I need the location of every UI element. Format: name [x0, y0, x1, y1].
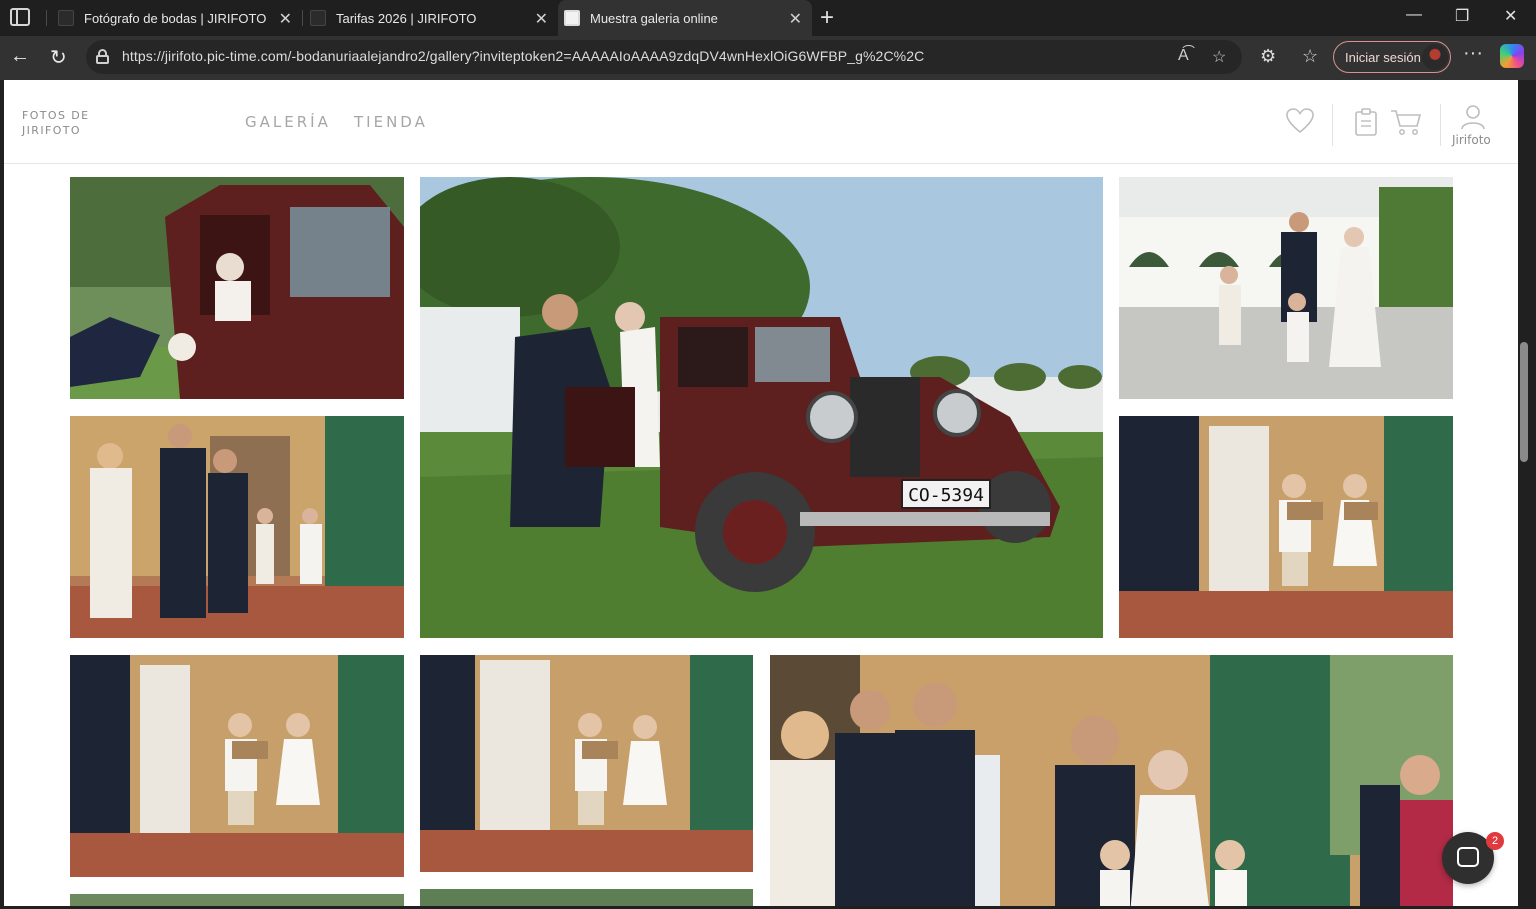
site-favicon-icon [58, 10, 74, 26]
site-favicon-icon [310, 10, 326, 26]
gallery-page: FOTOS DE JIRIFOTO GALERÍA TIENDA Jirifot… [4, 80, 1518, 906]
photo-bride-and-guests-entrance-image [770, 655, 1453, 906]
profile-avatar [1422, 44, 1448, 70]
photo-children-with-signs[interactable] [1119, 416, 1453, 638]
shopping-cart-icon[interactable] [1390, 108, 1422, 136]
user-account-icon[interactable] [1460, 104, 1486, 130]
more-options-icon[interactable]: ··· [1463, 42, 1483, 65]
photo-children-with-signs-2-image [70, 655, 404, 877]
read-aloud-icon[interactable]: A͡ [1178, 47, 1189, 65]
header-divider [1332, 104, 1333, 146]
photo-bride-in-vintage-car-image [70, 177, 404, 399]
browser-tab-bar: Fotógrafo de bodas | JIRIFOTO ✕ Tarifas … [0, 0, 1536, 36]
sign-in-label: Iniciar sesión [1345, 49, 1421, 65]
favorites-heart-icon[interactable] [1286, 108, 1314, 134]
photo-partial-left[interactable] [70, 894, 404, 906]
close-tab-icon[interactable]: ✕ [535, 9, 548, 29]
sign-in-button[interactable]: Iniciar sesión [1333, 41, 1451, 73]
lock-icon[interactable] [96, 49, 109, 64]
photo-bride-walking-with-children[interactable] [1119, 177, 1453, 399]
tab-muestra-galeria-online[interactable]: Muestra galeria online ✕ [558, 0, 812, 36]
sidebar-toggle-icon[interactable] [10, 8, 30, 26]
photo-children-with-signs-3[interactable] [420, 655, 753, 872]
url-field[interactable]: https://jirifoto.pic-time.com/-bodanuria… [86, 40, 1242, 74]
photo-father-helps-bride-from-car[interactable]: CO-5394 [420, 177, 1103, 638]
gallery-favicon-icon [564, 10, 580, 26]
tab-fotografo-de-bodas[interactable]: Fotógrafo de bodas | JIRIFOTO ✕ [52, 0, 302, 36]
site-header: FOTOS DE JIRIFOTO GALERÍA TIENDA Jirifot… [4, 80, 1518, 164]
page-scrollbar-track[interactable] [1518, 80, 1536, 906]
close-tab-icon[interactable]: ✕ [279, 9, 292, 29]
restore-window-icon[interactable]: ❐ [1455, 6, 1469, 26]
photo-guests-at-doorway-image [70, 416, 404, 638]
tab-title: Tarifas 2026 | JIRIFOTO [336, 10, 477, 26]
photo-bride-and-guests-entrance[interactable] [770, 655, 1453, 906]
minimize-window-icon[interactable]: — [1406, 6, 1422, 24]
new-tab-plus-icon[interactable]: + [820, 4, 834, 32]
photo-partial-middle[interactable] [420, 889, 753, 906]
photo-guests-at-doorway[interactable] [70, 416, 404, 638]
tab-separator [302, 10, 303, 26]
copilot-icon[interactable] [1500, 44, 1524, 68]
photo-children-with-signs-3-image [420, 655, 753, 872]
tab-tarifas-2026[interactable]: Tarifas 2026 | JIRIFOTO ✕ [308, 0, 558, 36]
favorite-star-icon[interactable]: ☆ [1212, 47, 1226, 67]
chat-unread-badge: 2 [1486, 832, 1504, 850]
photo-bride-in-vintage-car[interactable] [70, 177, 404, 399]
photo-bride-walking-with-children-image [1119, 177, 1453, 399]
page-scrollbar-thumb[interactable] [1520, 342, 1528, 462]
url-text[interactable]: https://jirifoto.pic-time.com/-bodanuria… [122, 48, 924, 64]
header-divider [1440, 104, 1441, 146]
favorites-list-icon[interactable]: ☆ [1302, 46, 1318, 67]
close-window-icon[interactable]: ✕ [1504, 6, 1517, 26]
tab-separator [46, 10, 47, 26]
extensions-puzzle-icon[interactable]: ⚙ [1260, 46, 1276, 67]
clipboard-icon[interactable] [1354, 108, 1378, 136]
license-plate-text: CO-5394 [908, 485, 984, 506]
browser-address-bar: ← ↻ https://jirifoto.pic-time.com/-bodan… [0, 36, 1536, 80]
nav-tienda[interactable]: TIENDA [354, 113, 428, 131]
close-tab-icon[interactable]: ✕ [789, 9, 802, 29]
user-account-label[interactable]: Jirifoto [1452, 133, 1491, 147]
chat-bubble-icon [1457, 847, 1479, 867]
tab-title: Fotógrafo de bodas | JIRIFOTO [84, 10, 267, 26]
tab-title: Muestra galeria online [590, 10, 718, 26]
photo-children-with-signs-image [1119, 416, 1453, 638]
back-arrow-icon[interactable]: ← [10, 45, 30, 68]
nav-galeria[interactable]: GALERÍA [245, 113, 331, 131]
site-logo[interactable]: FOTOS DE JIRIFOTO [22, 108, 142, 138]
photo-father-helps-bride-from-car-image: CO-5394 [420, 177, 1103, 638]
refresh-icon[interactable]: ↻ [50, 45, 67, 70]
photo-children-with-signs-2[interactable] [70, 655, 404, 877]
